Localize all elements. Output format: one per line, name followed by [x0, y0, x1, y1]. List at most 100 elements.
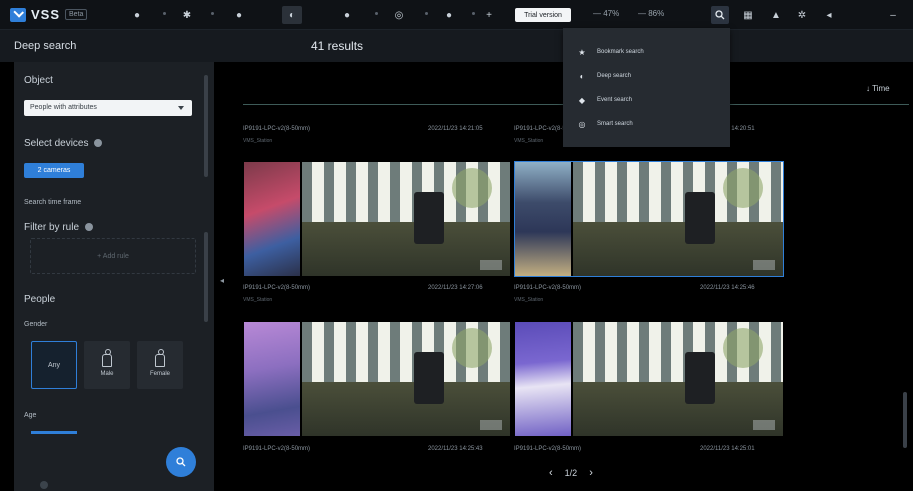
person-crop — [515, 322, 571, 436]
scene-image — [302, 322, 510, 436]
camera-icon[interactable]: ● — [130, 8, 144, 22]
magnifier-icon — [715, 10, 725, 20]
age-label: Age — [24, 412, 37, 419]
add-icon[interactable]: + — [482, 8, 496, 22]
card-time: 2022/11/23 14:25:43 — [428, 446, 483, 452]
person-crop — [515, 162, 571, 276]
gender-male-button[interactable]: Male — [84, 341, 130, 389]
card-time: 2022/11/23 14:27:06 — [428, 285, 483, 291]
menu-item-deep-search[interactable]: ◐ Deep search — [563, 64, 730, 88]
sort-label-text: Time — [872, 84, 890, 93]
person-crop — [244, 322, 300, 436]
scene-image — [302, 162, 510, 276]
panel-scrollbar[interactable] — [204, 232, 208, 322]
chevron-down-icon — [178, 106, 184, 110]
add-rule-box[interactable]: + Add rule — [30, 238, 196, 274]
male-icon — [102, 348, 112, 367]
filter-by-rule-text: Filter by rule — [24, 222, 80, 233]
magnifier-icon — [176, 457, 186, 467]
gender-male-label: Male — [100, 370, 114, 377]
record-icon[interactable]: ● — [442, 8, 456, 22]
menu-item-bookmark-search[interactable]: ★ Bookmark search — [563, 40, 730, 64]
search-filter-panel: Object People with attributes Select dev… — [14, 62, 214, 491]
card-camera: IP9191-LPC-v2(8-50mm) — [243, 285, 311, 291]
result-thumbnail[interactable] — [243, 161, 511, 277]
select-devices-label: Select devices — [24, 138, 103, 149]
cpu-usage: — 47% — [593, 9, 620, 18]
beta-badge: Beta — [65, 9, 88, 20]
people-label: People — [24, 294, 56, 305]
menu-item-event-search[interactable]: ◆ Event search — [563, 88, 730, 112]
menu-item-label: Bookmark search — [597, 49, 644, 55]
sort-by-time[interactable]: ↓ Time — [866, 84, 890, 93]
next-page-icon[interactable]: › — [589, 467, 593, 479]
separator — [375, 12, 378, 15]
panel-scrollbar[interactable] — [204, 75, 208, 177]
gender-female-button[interactable]: Female — [137, 341, 183, 389]
star-icon: ★ — [578, 47, 586, 57]
result-thumbnail[interactable] — [243, 321, 511, 437]
card-tag: VMS_Station — [514, 138, 544, 144]
results-count: 41 results — [311, 39, 364, 53]
result-thumbnail[interactable] — [514, 321, 784, 437]
logo-icon — [10, 7, 26, 22]
settings-icon[interactable]: ✱ — [180, 8, 194, 22]
menu-item-label: Event search — [597, 97, 633, 103]
window-controls-icon[interactable]: – — [880, 8, 906, 22]
event-icon: ◆ — [578, 95, 586, 105]
search-fab-button[interactable] — [166, 447, 196, 477]
prev-page-icon[interactable]: ‹ — [549, 467, 553, 479]
separator — [472, 12, 475, 15]
page-indicator: 1/2 — [564, 468, 578, 478]
gender-label: Gender — [24, 321, 48, 328]
card-time: 2022/11/23 14:25:46 — [700, 285, 755, 291]
female-icon — [155, 348, 165, 367]
gender-any-button[interactable]: Any — [31, 341, 77, 389]
video-icon[interactable]: ● — [232, 8, 246, 22]
search-tab-icon[interactable]: ◐ — [282, 6, 302, 24]
filter-by-rule-label: Filter by rule — [24, 222, 94, 233]
gear-icon[interactable]: ✲ — [795, 8, 809, 22]
user-icon[interactable] — [40, 481, 48, 489]
search-time-frame-label[interactable]: Search time frame — [24, 199, 81, 206]
search-button[interactable] — [711, 6, 729, 24]
scene-image — [573, 322, 783, 436]
age-any-option[interactable] — [31, 431, 77, 434]
layout-icon[interactable]: ▦ — [741, 8, 755, 22]
select-devices-text: Select devices — [24, 138, 89, 149]
menu-item-label: Deep search — [597, 73, 632, 79]
cpu-value: 47% — [603, 9, 620, 18]
card-caption: IP9191-LPC-v2(8-50mm) 2022/11/23 14:25:0… — [514, 446, 784, 452]
card-time: 2022/11/23 14:25:01 — [700, 446, 755, 452]
card-caption: IP9191-LPC-v2(8-50mm) 2022/11/23 14:21:0… — [243, 126, 509, 132]
speaker-icon[interactable]: ◂ — [822, 8, 836, 22]
page-title: Deep search — [14, 40, 77, 52]
deep-search-icon: ◐ — [579, 71, 585, 81]
camera-group-icon[interactable]: ● — [340, 8, 354, 22]
results-scrollbar[interactable] — [903, 392, 907, 448]
person-crop — [244, 162, 300, 276]
object-select[interactable]: People with attributes — [24, 100, 192, 116]
result-thumbnail[interactable] — [514, 161, 784, 277]
card-tag: VMS_Station — [243, 297, 273, 303]
devices-chip[interactable]: 2 cameras — [24, 163, 84, 178]
info-icon[interactable] — [85, 223, 94, 232]
ram-value: 86% — [648, 9, 665, 18]
gender-female-label: Female — [149, 370, 170, 377]
card-camera: IP9191-LPC-v2(8-50mm) — [514, 446, 582, 452]
ram-usage: — 86% — [638, 9, 665, 18]
card-camera: IP9191-LPC-v2(8-50mm) — [514, 285, 582, 291]
info-icon[interactable] — [94, 139, 103, 148]
app-logo[interactable]: VSS Beta — [10, 7, 88, 22]
object-select-value: People with attributes — [30, 104, 97, 111]
card-caption: IP9191-LPC-v2(8-50mm) 2022/11/23 14:25:4… — [514, 285, 784, 291]
collapse-panel-icon[interactable]: ◂ — [220, 276, 224, 285]
smart-search-icon[interactable]: ◎ — [392, 8, 406, 22]
smart-search-icon: ◎ — [578, 119, 586, 129]
bell-icon[interactable]: ▲ — [769, 8, 783, 22]
trial-version-button[interactable]: Trial version — [515, 8, 571, 22]
separator — [211, 12, 214, 15]
card-caption: IP9191-LPC-v2(8-50mm) 2022/11/23 14:25:4… — [243, 446, 509, 452]
menu-item-smart-search[interactable]: ◎ Smart search — [563, 112, 730, 136]
top-bar: VSS Beta ● ✱ ● ◐ ● ◎ ● + Trial version —… — [0, 0, 913, 30]
